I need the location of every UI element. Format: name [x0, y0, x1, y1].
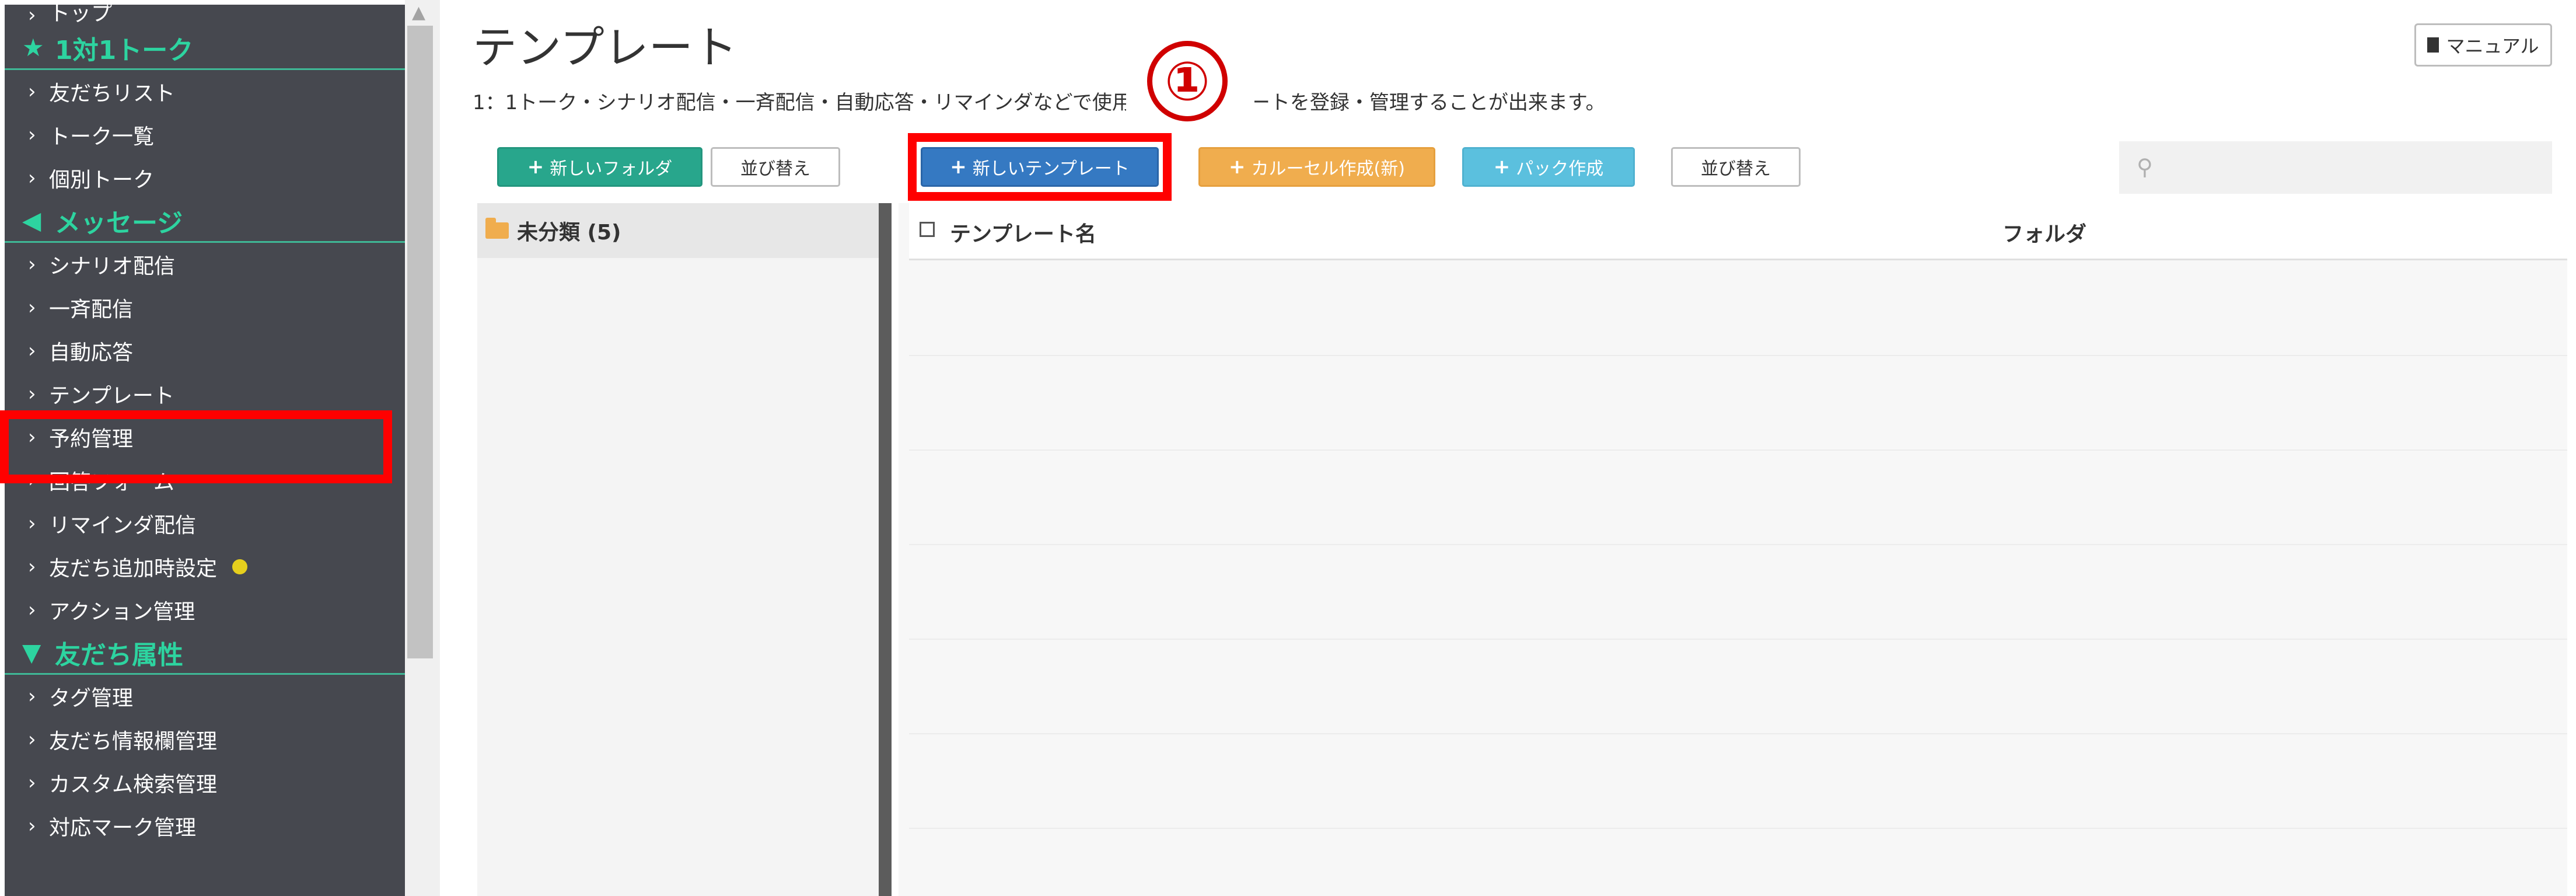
plus-icon: +: [1493, 155, 1511, 179]
sidebar-item-reminder[interactable]: › リマインダ配信: [5, 502, 405, 545]
sidebar-item-label: リマインダ配信: [49, 514, 197, 538]
sidebar-item-label: 一斉配信: [49, 298, 134, 322]
sidebar-item-tag-management[interactable]: › タグ管理: [5, 675, 405, 718]
row-divider: [909, 449, 2567, 451]
sidebar-item-label: 自動応答: [49, 341, 134, 365]
search-box: ⚲: [2119, 141, 2552, 194]
sidebar-item-top[interactable]: › トップ: [5, 5, 405, 27]
sidebar-item-custom-search[interactable]: › カスタム検索管理: [5, 761, 405, 804]
select-all-checkbox[interactable]: [920, 222, 935, 237]
page-title: テンプレート: [473, 22, 738, 74]
create-carousel-button[interactable]: + カルーセル作成(新): [1198, 147, 1435, 187]
sidebar-item-label: 対応マーク管理: [49, 816, 197, 840]
chevron-right-icon: ›: [28, 598, 36, 622]
sidebar-section-label: 友だち属性: [55, 640, 183, 670]
annotation-step-number: ①: [1147, 41, 1228, 121]
sidebar-item-label: 友だちリスト: [49, 82, 176, 106]
row-divider: [909, 828, 2567, 829]
search-input[interactable]: [2172, 147, 2536, 187]
sidebar-item-individual-talk[interactable]: › 個別トーク: [5, 156, 405, 200]
chevron-right-icon: ›: [28, 728, 36, 751]
sidebar-section-message: ◀ メッセージ: [5, 200, 405, 243]
chevron-right-icon: ›: [28, 685, 36, 708]
sidebar-section-label: メッセージ: [55, 208, 183, 238]
sidebar-scrollbar[interactable]: ▲: [405, 0, 440, 896]
sidebar-item-action-management[interactable]: › アクション管理: [5, 588, 405, 632]
create-carousel-label: カルーセル作成(新): [1251, 159, 1405, 179]
sidebar-item-label: タグ管理: [49, 686, 134, 710]
sidebar-item-label: テンプレート: [49, 384, 174, 408]
sidebar-item-friend-list[interactable]: › 友だちリスト: [5, 70, 405, 113]
row-divider: [909, 544, 2567, 545]
folder-item-label: 未分類 (5): [517, 221, 621, 245]
sidebar-item-broadcast[interactable]: › 一斉配信: [5, 286, 405, 329]
chevron-right-icon: ›: [28, 339, 36, 362]
table-header: テンプレート名 フォルダ: [909, 203, 2567, 260]
sidebar-item-label: カスタム検索管理: [49, 773, 218, 797]
sidebar-item-response-mark[interactable]: › 対応マーク管理: [5, 804, 405, 848]
sidebar-item-friend-info-management[interactable]: › 友だち情報欄管理: [5, 718, 405, 761]
chevron-right-icon: ›: [28, 123, 36, 147]
chevron-right-icon: ›: [28, 512, 36, 535]
row-divider: [909, 355, 2567, 356]
sidebar-item-label: シナリオ配信: [49, 254, 176, 278]
new-folder-label: 新しいフォルダ: [550, 159, 673, 179]
sidebar-item-label: 個別トーク: [49, 168, 155, 192]
sidebar-item-template[interactable]: › テンプレート: [5, 372, 405, 416]
chevron-right-icon: ›: [28, 771, 36, 794]
search-icon: ⚲: [2137, 154, 2153, 180]
sidebar-section-friend-attributes: ▼ 友だち属性: [5, 632, 405, 675]
chevron-right-icon: ›: [28, 382, 36, 406]
sidebar-section-label: 1対1トーク: [55, 35, 194, 65]
sidebar-item-label: トーク一覧: [49, 125, 155, 149]
chevron-right-icon: ›: [28, 80, 36, 103]
chevron-right-icon: ›: [28, 296, 36, 319]
sidebar-item-label: 友だち追加時設定: [49, 557, 218, 581]
sidebar-item-label: トップ: [49, 5, 113, 26]
create-pack-button[interactable]: + パック作成: [1462, 147, 1635, 187]
folder-open-icon: [485, 218, 509, 239]
folder-sort-button[interactable]: 並び替え: [711, 147, 840, 187]
chevron-right-icon: ›: [28, 555, 36, 578]
panel-divider[interactable]: [879, 203, 892, 896]
row-divider: [909, 639, 2567, 640]
star-icon: ★: [22, 33, 44, 62]
notification-dot: [232, 559, 248, 574]
filter-icon: ▼: [22, 638, 41, 667]
create-pack-label: パック作成: [1516, 159, 1604, 179]
row-divider: [909, 733, 2567, 734]
scroll-up-arrow-icon[interactable]: ▲: [412, 2, 425, 23]
column-header-folder: フォルダ: [2002, 222, 2087, 246]
megaphone-icon: ◀: [22, 206, 41, 235]
folder-item-uncategorized[interactable]: 未分類 (5): [477, 203, 879, 258]
plus-icon: +: [1229, 155, 1246, 179]
scrollbar-thumb[interactable]: [407, 26, 433, 658]
chevron-right-icon: ›: [28, 814, 36, 838]
page-description: 1：1トーク・シナリオ配信・一斉配信・自動応答・リマインダなどで使用するテンプレ…: [473, 91, 1606, 114]
chevron-right-icon: ›: [28, 253, 36, 276]
manual-button[interactable]: マニュアル: [2414, 23, 2552, 67]
template-list: テンプレート名 フォルダ: [899, 203, 2567, 896]
column-header-template-name: テンプレート名: [950, 222, 1096, 246]
sidebar-item-talk-list[interactable]: › トーク一覧: [5, 113, 405, 156]
manual-button-label: マニュアル: [2446, 35, 2539, 57]
sidebar-template-highlight: [0, 410, 392, 483]
book-icon: [2427, 37, 2439, 53]
sidebar-item-friend-add-settings[interactable]: › 友だち追加時設定: [5, 545, 405, 588]
template-sort-button[interactable]: 並び替え: [1671, 147, 1801, 187]
sidebar-item-scenario-delivery[interactable]: › シナリオ配信: [5, 243, 405, 286]
sidebar-item-label: 友だち情報欄管理: [49, 730, 218, 754]
new-template-highlight: [908, 133, 1172, 201]
new-folder-button[interactable]: + 新しいフォルダ: [497, 147, 702, 187]
sidebar-section-one-to-one-talk: ★ 1対1トーク: [5, 27, 405, 70]
plus-icon: +: [527, 155, 544, 179]
folder-panel: 未分類 (5): [477, 203, 879, 896]
chevron-right-icon: ›: [28, 166, 36, 190]
sidebar-item-label: アクション管理: [49, 600, 195, 624]
sidebar-item-auto-reply[interactable]: › 自動応答: [5, 329, 405, 372]
chevron-right-icon: ›: [28, 5, 36, 27]
